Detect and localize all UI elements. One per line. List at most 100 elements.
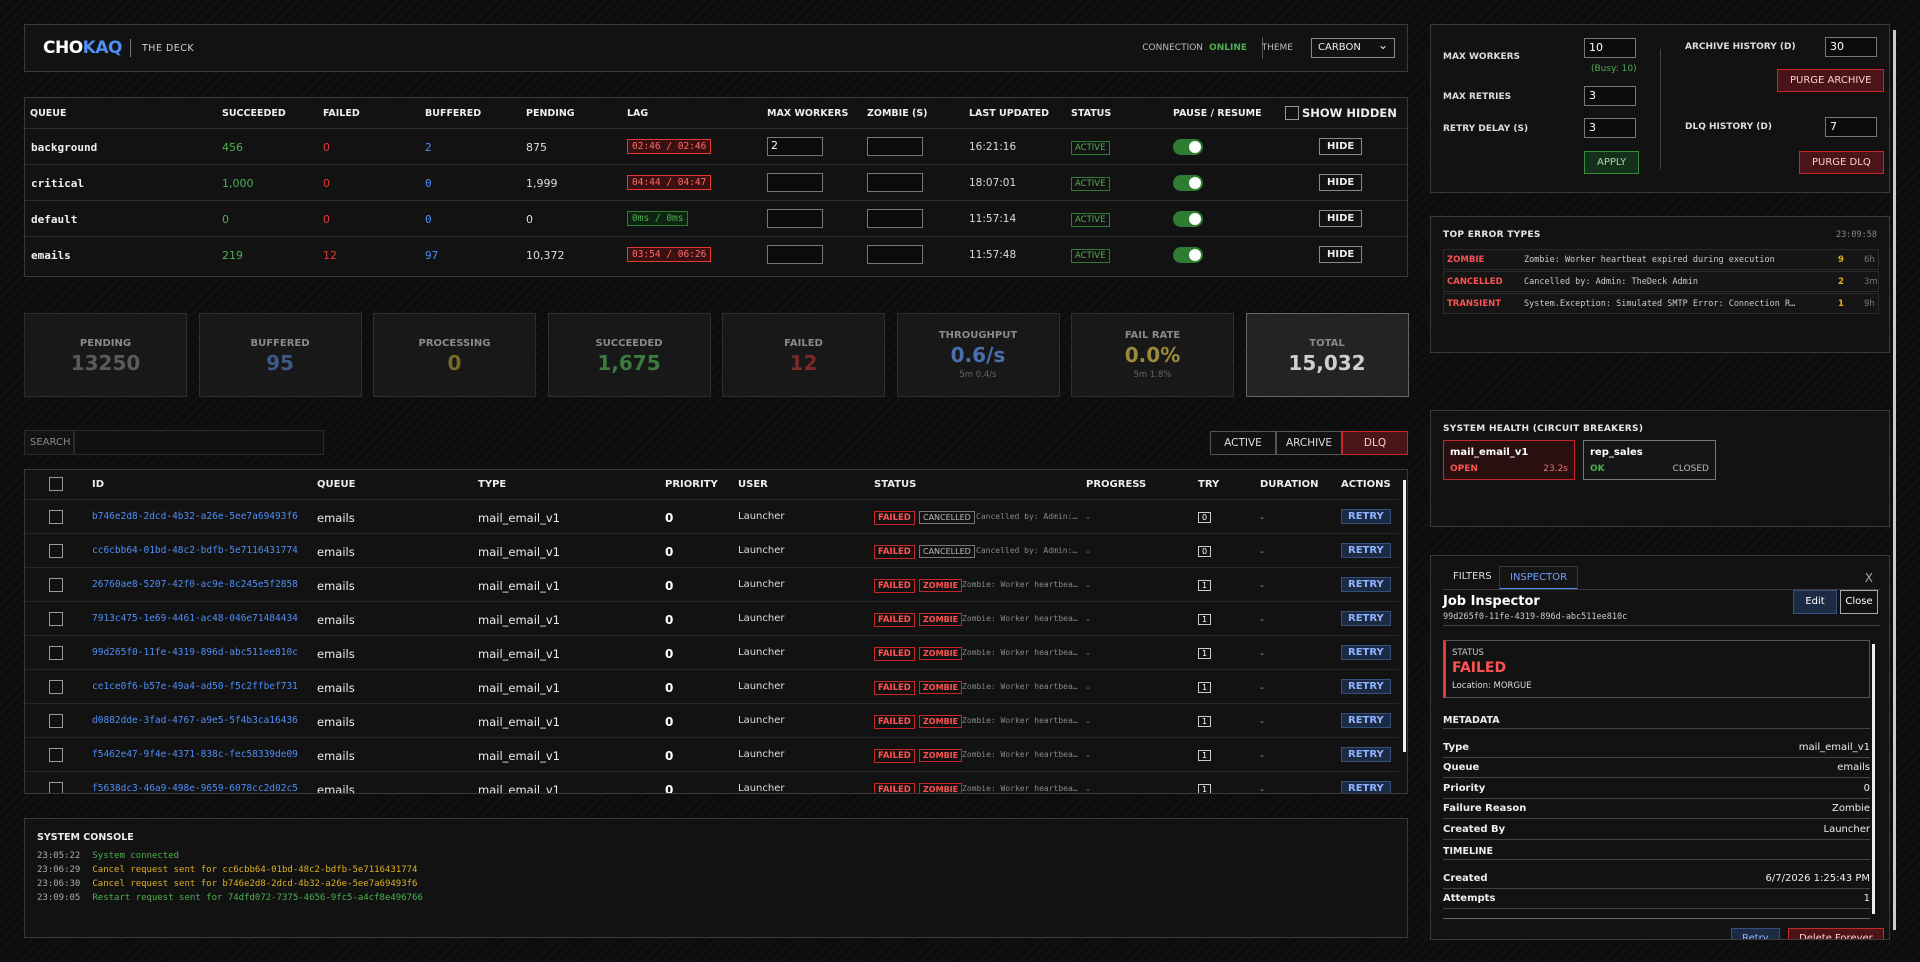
retry-button[interactable]: RETRY xyxy=(1341,577,1391,592)
row-checkbox[interactable] xyxy=(49,544,63,558)
job-id-link[interactable]: d0882dde-3fad-4767-a9e5-5f4b3ca16436 xyxy=(92,715,298,726)
purge-dlq-button[interactable]: PURGE DLQ xyxy=(1799,151,1884,174)
select-all-checkbox[interactable] xyxy=(49,477,63,491)
retry-button[interactable]: RETRY xyxy=(1341,781,1391,793)
retry-button[interactable]: RETRY xyxy=(1341,611,1391,626)
job-id-link[interactable]: b746e2d8-2dcd-4b32-a26e-5ee7a69493f6 xyxy=(92,511,298,522)
job-id-link[interactable]: f5638dc3-46a9-498e-9659-6078cc2d02c5 xyxy=(92,783,298,793)
zombie-seconds-input[interactable] xyxy=(867,245,923,264)
hide-button[interactable]: HIDE xyxy=(1319,210,1363,227)
hide-button[interactable]: HIDE xyxy=(1319,174,1363,191)
jobs-scrollbar[interactable] xyxy=(1403,480,1406,752)
job-row[interactable]: 7913c475-1e69-4461-ac48-046e71484434 emai… xyxy=(25,601,1399,635)
tab-archive[interactable]: ARCHIVE xyxy=(1276,431,1342,455)
zombie-seconds-input[interactable] xyxy=(867,173,923,192)
hide-button[interactable]: HIDE xyxy=(1319,138,1363,155)
retry-delay-input[interactable]: 3 xyxy=(1584,118,1636,138)
retry-button[interactable]: Retry xyxy=(1731,928,1780,939)
job-user: Launcher xyxy=(738,715,785,726)
max-workers-input[interactable]: 10 xyxy=(1584,38,1636,58)
show-hidden-checkbox[interactable] xyxy=(1285,106,1299,120)
job-user: Launcher xyxy=(738,681,785,692)
error-row[interactable]: CANCELLED Cancelled by: Admin: TheDeck Ad… xyxy=(1443,271,1879,292)
archive-history-input[interactable]: 30 xyxy=(1825,37,1877,57)
inspector-scrollbar[interactable] xyxy=(1872,644,1875,914)
breaker-rep-sales[interactable]: rep_sales OK CLOSED xyxy=(1583,440,1716,480)
job-type: mail_email_v1 xyxy=(478,579,560,593)
tab-dlq[interactable]: DLQ xyxy=(1342,431,1408,455)
row-checkbox[interactable] xyxy=(49,646,63,660)
max-retries-input[interactable]: 3 xyxy=(1584,86,1636,106)
dlq-history-input[interactable]: 7 xyxy=(1825,117,1877,137)
purge-archive-button[interactable]: PURGE ARCHIVE xyxy=(1777,69,1885,92)
max-workers-input[interactable] xyxy=(767,245,823,264)
logo-divider xyxy=(130,39,131,57)
retry-button[interactable]: RETRY xyxy=(1341,543,1391,558)
job-id-link[interactable]: cc6cbb64-01bd-48c2-bdfb-5e7116431774 xyxy=(92,545,298,556)
job-id-link[interactable]: ce1ce0f6-b57e-49a4-ad50-f5c2ffbef731 xyxy=(92,681,298,692)
show-hidden-toggle[interactable]: SHOW HIDDEN xyxy=(1285,106,1397,120)
tab-inspector[interactable]: INSPECTOR xyxy=(1499,566,1579,590)
theme-select[interactable]: CARBON xyxy=(1311,38,1395,58)
close-icon[interactable]: X xyxy=(1865,571,1873,585)
zombie-seconds-input[interactable] xyxy=(867,209,923,228)
job-row[interactable]: b746e2d8-2dcd-4b32-a26e-5ee7a69493f6 emai… xyxy=(25,499,1399,533)
max-workers-input[interactable] xyxy=(767,173,823,192)
error-row[interactable]: ZOMBIE Zombie: Worker heartbeat expired d… xyxy=(1443,249,1879,270)
pause-resume-toggle[interactable] xyxy=(1173,247,1203,263)
job-id-link[interactable]: 26760ae8-5207-42f0-ac9e-8c245e5f2858 xyxy=(92,579,298,590)
close-button[interactable]: Close xyxy=(1840,590,1878,614)
retry-button[interactable]: RETRY xyxy=(1341,645,1391,660)
max-workers-input[interactable]: 2 xyxy=(767,137,823,156)
job-duration: - xyxy=(1260,681,1264,694)
job-row[interactable]: cc6cbb64-01bd-48c2-bdfb-5e7116431774 emai… xyxy=(25,533,1399,567)
queue-col-header: PENDING xyxy=(526,108,575,119)
metadata-value: mail_email_v1 xyxy=(1798,742,1870,753)
apply-button[interactable]: APPLY xyxy=(1584,151,1640,174)
row-checkbox[interactable] xyxy=(49,680,63,694)
job-row[interactable]: 26760ae8-5207-42f0-ac9e-8c245e5f2858 emai… xyxy=(25,567,1399,601)
edit-button[interactable]: Edit xyxy=(1793,590,1837,614)
row-checkbox[interactable] xyxy=(49,510,63,524)
breaker-state: OK xyxy=(1590,464,1605,474)
job-row[interactable]: 99d265f0-11fe-4319-896d-abc511ee810c emai… xyxy=(25,635,1399,669)
job-row[interactable]: ce1ce0f6-b57e-49a4-ad50-f5c2ffbef731 emai… xyxy=(25,669,1399,703)
job-row[interactable]: f5638dc3-46a9-498e-9659-6078cc2d02c5 emai… xyxy=(25,771,1399,793)
row-checkbox[interactable] xyxy=(49,714,63,728)
console-timestamp: 23:05:22 xyxy=(37,851,81,861)
status-message: Zombie: Worker heartbea… xyxy=(962,716,1078,725)
pause-resume-toggle[interactable] xyxy=(1173,175,1203,191)
job-row[interactable]: f5462e47-9f4e-4371-838c-fec58339de09 emai… xyxy=(25,737,1399,771)
tab-filters[interactable]: FILTERS xyxy=(1443,566,1502,587)
row-checkbox[interactable] xyxy=(49,782,63,793)
row-checkbox[interactable] xyxy=(49,748,63,762)
retry-button[interactable]: RETRY xyxy=(1341,679,1391,694)
job-id-link[interactable]: 7913c475-1e69-4461-ac48-046e71484434 xyxy=(92,613,298,624)
job-col-header: USER xyxy=(738,479,768,490)
job-id-link[interactable]: 99d265f0-11fe-4319-896d-abc511ee810c xyxy=(92,647,298,658)
retry-button[interactable]: RETRY xyxy=(1341,509,1391,524)
job-col-header: TYPE xyxy=(478,479,507,490)
tab-active[interactable]: ACTIVE xyxy=(1210,431,1276,455)
job-duration: - xyxy=(1260,647,1264,660)
pause-resume-toggle[interactable] xyxy=(1173,211,1203,227)
delete-forever-button[interactable]: Delete Forever xyxy=(1788,928,1884,939)
hide-button[interactable]: HIDE xyxy=(1319,246,1363,263)
max-workers-input[interactable] xyxy=(767,209,823,228)
zombie-seconds-input[interactable] xyxy=(867,137,923,156)
page-scrollbar[interactable] xyxy=(1893,30,1896,930)
search-input[interactable] xyxy=(74,430,324,455)
row-checkbox[interactable] xyxy=(49,612,63,626)
row-checkbox[interactable] xyxy=(49,578,63,592)
breaker-mail-email-v1[interactable]: mail_email_v1 OPEN 23.2s xyxy=(1443,440,1575,480)
error-row[interactable]: TRANSIENT System.Exception: Simulated SMT… xyxy=(1443,293,1879,314)
breaker-name: mail_email_v1 xyxy=(1450,447,1529,458)
retry-button[interactable]: RETRY xyxy=(1341,747,1391,762)
queues-table: QUEUE SUCCEEDED FAILED BUFFERED PENDING LAG MA… xyxy=(24,97,1408,277)
metadata-row: Priority 0 xyxy=(1443,779,1870,799)
retry-button[interactable]: RETRY xyxy=(1341,713,1391,728)
job-row[interactable]: d0882dde-3fad-4767-a9e5-5f4b3ca16436 emai… xyxy=(25,703,1399,737)
job-progress: - xyxy=(1086,715,1090,728)
job-id-link[interactable]: f5462e47-9f4e-4371-838c-fec58339de09 xyxy=(92,749,298,760)
pause-resume-toggle[interactable] xyxy=(1173,139,1203,155)
